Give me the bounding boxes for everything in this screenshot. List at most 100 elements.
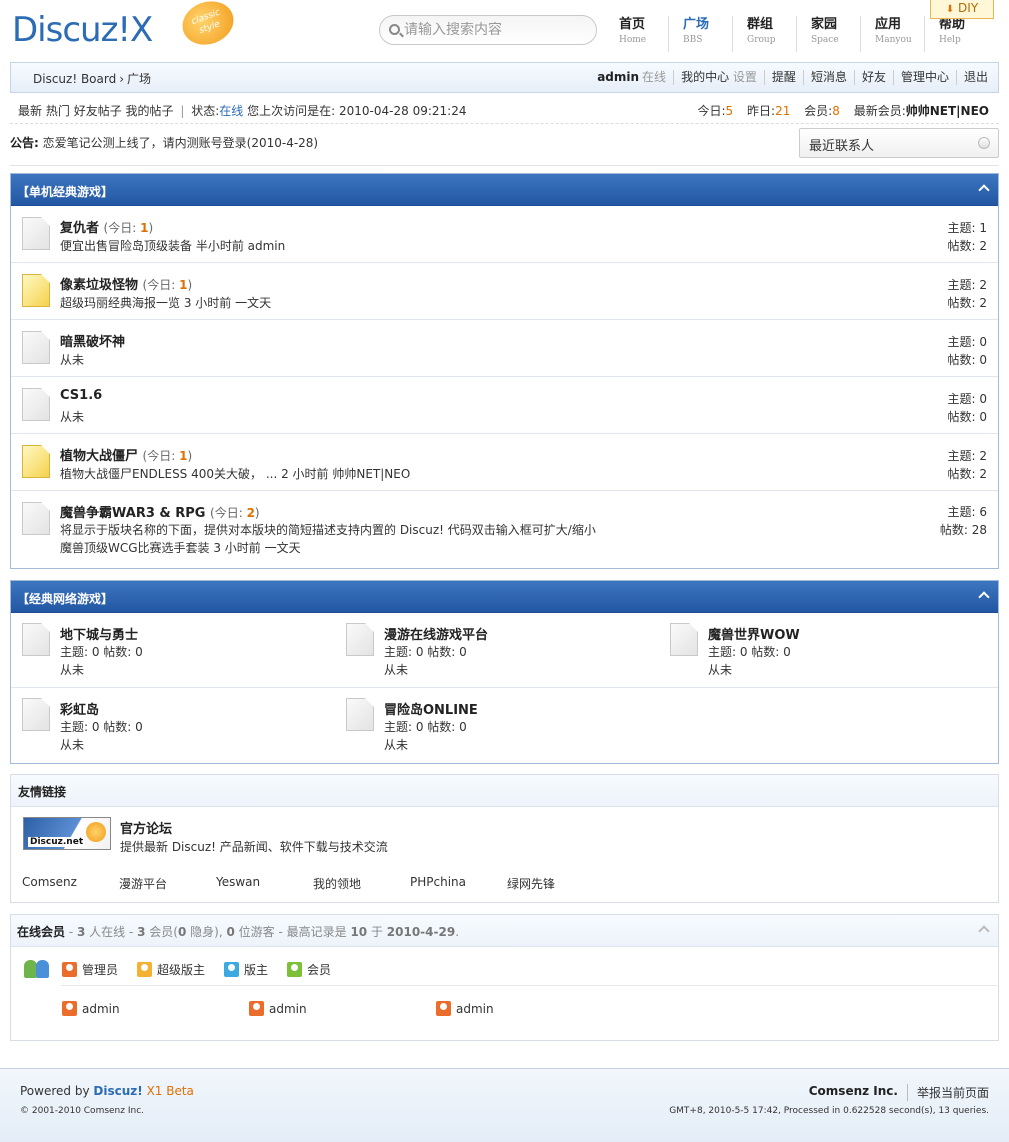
category-title[interactable]: 【经典网络游戏】 [17,592,113,606]
hot-link[interactable]: 热门 [46,104,70,118]
online-status: 在线 [639,70,675,85]
forum-name-link[interactable]: 魔兽世界WOW [708,624,800,643]
link-greennet[interactable]: 绿网先锋 [507,875,604,892]
forum-last-post: 从未 [384,738,409,752]
forum-name-link[interactable]: 复仇者 [60,221,99,236]
forum-status-icon [22,217,50,250]
forum-name-link[interactable]: CS1.6 [60,388,102,403]
diy-button[interactable]: ⬇ DIY [930,0,994,19]
nav-bbs[interactable]: 广场 BBS [669,16,733,52]
text-links: Comsenz 漫游平台 Yeswan 我的领地 PHPchina 绿网先锋 [22,875,604,892]
nav-space[interactable]: 家园 Space [797,16,861,52]
forum-name-link[interactable]: 暗黑破坏神 [60,335,125,350]
category-header: 【单机经典游戏】 [11,174,998,206]
online-user[interactable]: admin [249,1001,436,1016]
copyright: © 2001-2010 Comsenz Inc. [20,1106,145,1116]
category-title[interactable]: 【单机经典游戏】 [17,185,113,199]
search-box[interactable] [379,15,597,45]
user-links: admin 在线 我的中心 设置 提醒 短消息 好友 管理中心 退出 [597,70,988,85]
forum-last-post[interactable]: 植物大战僵尸ENDLESS 400关大破， ... 2 小时前 帅帅NET|NE… [60,465,410,482]
online-user[interactable]: admin [436,1001,623,1016]
forum-last-post: 从未 [708,663,733,677]
forum-last-post[interactable]: 魔兽顶级WCG比赛选手套装 3 小时前 一文天 [60,539,301,556]
footer-links: Comsenz Inc. 举报当前页面 [809,1084,989,1101]
friendly-links: 友情链接 Discuz.net 官方论坛 提供最新 Discuz! 产品新闻、软… [10,774,999,903]
member-user-icon [287,962,303,977]
report-page-link[interactable]: 举报当前页面 [917,1084,989,1101]
status-value: 在线 [219,104,244,118]
search-icon[interactable] [389,24,400,35]
logo-badge: classic style [176,0,240,52]
nav-manyou[interactable]: 应用 Manyou [861,16,925,52]
site-header: Discuz!X classic style 首页Home 广场BBS 群组Gr… [0,0,1009,58]
forum-stats: 主题: 0 帖数: 0 [384,720,467,734]
forum-name-link[interactable]: 魔兽争霸WAR3 & RPG [60,506,205,521]
nav-help[interactable]: 帮助 Help [925,16,989,52]
forum-cell: 彩虹岛 主题: 0 帖数: 0 从未 [11,688,331,760]
announcement-link[interactable]: 恋爱笔记公测上线了，请内测账号登录(2010-4-28) [43,136,318,150]
link-manyou[interactable]: 漫游平台 [119,875,216,892]
forum-name-link[interactable]: 像素垃圾怪物 [60,278,138,293]
collapse-icon[interactable] [978,591,990,603]
company-link[interactable]: Comsenz Inc. [809,1084,908,1101]
my-center-link[interactable]: 我的中心 [681,70,729,84]
search-input[interactable] [404,20,589,40]
forum-last-post[interactable]: 便宜出售冒险岛顶级装备 半小时前 admin [60,237,285,254]
forum-name-link[interactable]: 地下城与勇士 [60,624,138,643]
forum-new-posts-icon [22,274,50,307]
forum-last-post: 从未 [60,410,85,424]
forum-cell: 冒险岛ONLINE 主题: 0 帖数: 0 从未 [335,688,655,760]
nav-group[interactable]: 群组 Group [733,16,797,52]
remind-link[interactable]: 提醒 [765,70,804,85]
online-members: 在线会员 - 3 人在线 - 3 会员(0 隐身), 0 位游客 - 最高记录是… [10,914,999,1041]
forum-name-link[interactable]: 冒险岛ONLINE [384,699,478,718]
messages-link[interactable]: 短消息 [804,70,855,85]
breadcrumb: Discuz! Board › 广场 [33,72,152,86]
nav-home[interactable]: 首页 Home [605,16,669,52]
latest-link[interactable]: 最新 [18,104,42,118]
arrow-down-icon: ⬇ [945,4,955,15]
forum-name-link[interactable]: 漫游在线游戏平台 [384,624,488,643]
online-user-list: admin admin admin [62,1001,623,1016]
member-count: 8 [832,104,840,118]
link-yeswan[interactable]: Yeswan [216,875,313,892]
forum-row: 魔兽争霸WAR3 & RPG (今日: 2) 将显示于版块名称的下面，提供对本版… [11,491,998,566]
forum-name-link[interactable]: 彩虹岛 [60,699,99,718]
forum-last-post[interactable]: 超级玛丽经典海报一览 3 小时前 一文天 [60,294,271,311]
discuz-link[interactable]: Discuz! [93,1084,142,1098]
forum-stats: 主题: 0 帖数: 0 [60,720,143,734]
my-posts-link[interactable]: 我的帖子 [126,104,174,118]
link-comsenz[interactable]: Comsenz [22,875,119,892]
discuz-logo-link[interactable]: Discuz.net [23,817,111,850]
recent-contacts-button[interactable]: 最近联系人 [799,128,999,158]
collapse-icon[interactable] [978,925,990,937]
newest-member-link[interactable]: 帅帅NET|NEO [906,104,989,118]
forum-cell: 地下城与勇士 主题: 0 帖数: 0 从未 [11,613,331,685]
official-forum-link[interactable]: 官方论坛 [120,818,172,837]
logo-text: Discuz!X [12,10,153,50]
link-phpchina[interactable]: PHPchina [410,875,507,892]
site-logo[interactable]: Discuz!X classic style [12,0,240,56]
logout-link[interactable]: 退出 [957,70,988,85]
forum-category-single-player: 【单机经典游戏】 复仇者 (今日: 1) 便宜出售冒险岛顶级装备 半小时前 ad… [10,173,999,569]
friends-link[interactable]: 好友 [855,70,894,85]
my-center-group: 我的中心 设置 [674,70,765,85]
friend-posts-link[interactable]: 好友帖子 [74,104,122,118]
collapse-icon[interactable] [978,184,990,196]
admin-user-icon [436,1001,451,1016]
links-title: 友情链接 [11,775,998,807]
online-title: 在线会员 [17,925,66,939]
online-user[interactable]: admin [62,1001,249,1016]
breadcrumb-root[interactable]: Discuz! Board [33,72,116,86]
settings-link[interactable]: 设置 [733,70,757,84]
forum-last-post: 从未 [60,353,85,367]
admin-user-icon [249,1001,264,1016]
forum-row: 植物大战僵尸 (今日: 1) 植物大战僵尸ENDLESS 400关大破， ...… [11,434,998,491]
link-my-domain[interactable]: 我的领地 [313,875,410,892]
forum-last-post: 从未 [384,663,409,677]
breadcrumb-current[interactable]: 广场 [127,72,151,86]
forum-name-link[interactable]: 植物大战僵尸 [60,449,138,464]
forum-status-icon [22,388,50,421]
admin-center-link[interactable]: 管理中心 [894,70,957,85]
username-link[interactable]: admin [597,70,639,85]
